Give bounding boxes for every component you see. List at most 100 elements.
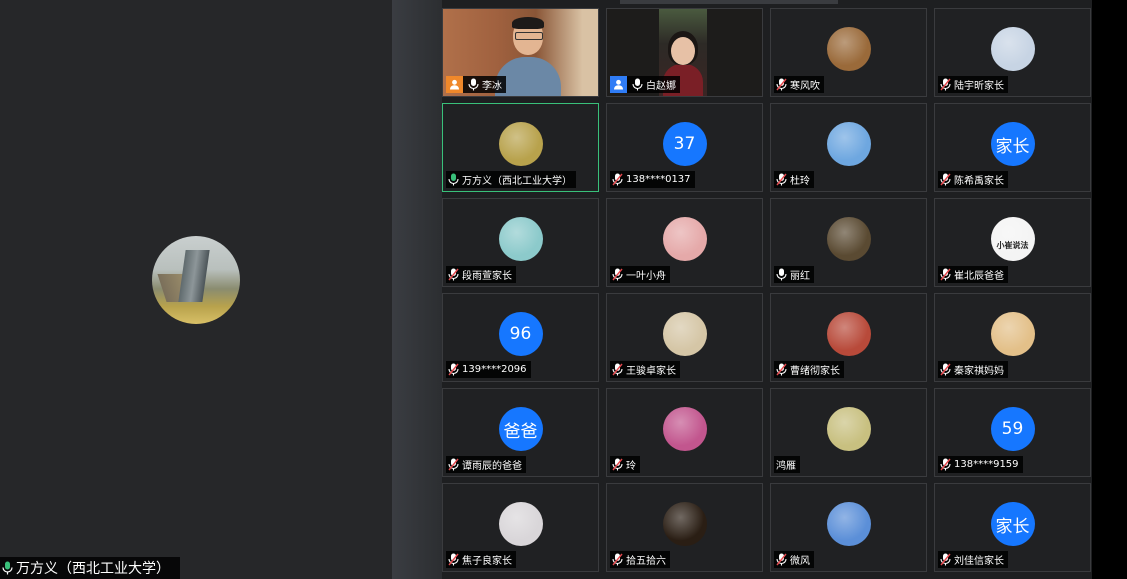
mic-icon	[468, 78, 479, 91]
mic-active-icon	[2, 561, 13, 575]
participant-label: 丽红	[774, 266, 814, 283]
mic-muted-icon	[612, 458, 623, 471]
avatar-logo-text: 小崔说法	[996, 240, 1029, 250]
participant-tile[interactable]: 万方义（西北工业大学）	[442, 103, 599, 192]
participant-tile[interactable]: 小崔说法 崔北辰爸爸	[934, 198, 1091, 287]
mic-muted-icon	[448, 458, 459, 471]
mic-muted-icon	[612, 363, 623, 376]
host-badge-icon	[446, 76, 463, 93]
kids-photo-icon	[990, 27, 1035, 71]
participant-label: 谭雨辰的爸爸	[446, 456, 526, 473]
participant-tile[interactable]: 段雨萱家长	[442, 198, 599, 287]
participant-tile[interactable]: 陆宇昕家长	[934, 8, 1091, 97]
participant-label: 138****9159	[938, 456, 1023, 473]
participant-label: 陆宇昕家长	[938, 76, 1008, 93]
mic-icon	[776, 268, 787, 281]
participant-tile[interactable]: 59 138****9159	[934, 388, 1091, 477]
child-photo-icon	[826, 217, 871, 261]
participant-label: 寒风吹	[774, 76, 824, 93]
participant-name: 139****2096	[462, 364, 527, 375]
participant-tile[interactable]: 家长 刘佳信家长	[934, 483, 1091, 572]
participant-label: 曹绪彻家长	[774, 361, 844, 378]
participant-name: 丽红	[790, 271, 810, 282]
couple-photo-icon	[662, 217, 707, 261]
mic-muted-icon	[612, 268, 623, 281]
mic-muted-icon	[448, 553, 459, 566]
participant-tile[interactable]: 家长 陈希禹家长	[934, 103, 1091, 192]
speaker-name-label: 万方义（西北工业大学）	[0, 557, 180, 579]
participant-name: 玲	[626, 461, 636, 472]
mic-muted-icon	[612, 553, 623, 566]
participant-label: 杜玲	[774, 171, 814, 188]
participant-label: 秦家祺妈妈	[938, 361, 1008, 378]
participant-label: 焦子良家长	[446, 551, 516, 568]
participant-label: 微风	[774, 551, 814, 568]
participant-name: 焦子良家长	[462, 556, 512, 567]
mic-icon	[448, 173, 459, 186]
panel-divider	[392, 0, 442, 579]
speaker-name: 万方义（西北工业大学）	[16, 561, 170, 577]
mic-muted-icon	[940, 458, 951, 471]
participant-name: 一叶小舟	[626, 271, 666, 282]
mic-icon	[632, 78, 643, 91]
participant-tile[interactable]: 白赵娜	[606, 8, 763, 97]
participant-tile[interactable]: 丽红	[770, 198, 927, 287]
participant-name: 陈希禹家长	[954, 176, 1004, 187]
participant-name: 陆宇昕家长	[954, 81, 1004, 92]
birds-photo-icon	[826, 502, 871, 546]
mic-muted-icon	[776, 78, 787, 91]
participant-tile[interactable]: 爸爸谭雨辰的爸爸	[442, 388, 599, 477]
mic-muted-icon	[940, 268, 951, 281]
speaker-avatar	[152, 236, 240, 324]
participant-tile[interactable]: 96 139****2096	[442, 293, 599, 382]
participant-name: 刘佳信家长	[954, 556, 1004, 567]
flower-photo-icon	[662, 407, 707, 451]
participant-tile[interactable]: 王骏卓家长	[606, 293, 763, 382]
participant-tile[interactable]: 寒风吹	[770, 8, 927, 97]
mic-muted-icon	[776, 363, 787, 376]
participant-tile[interactable]: 杜玲	[770, 103, 927, 192]
participant-name: 微风	[790, 556, 810, 567]
participant-tile[interactable]: 秦家祺妈妈	[934, 293, 1091, 382]
participant-tile[interactable]: 37 138****0137	[606, 103, 763, 192]
participant-tile[interactable]: 玲	[606, 388, 763, 477]
participant-name: 拾五拾六	[626, 556, 666, 567]
top-toolbar-handle[interactable]	[620, 0, 838, 4]
participant-name: 白赵娜	[646, 81, 676, 92]
participant-label: 陈希禹家长	[938, 171, 1008, 188]
logo-photo-icon: 小崔说法	[990, 217, 1035, 261]
lake-photo-icon	[826, 122, 871, 166]
participant-tile[interactable]: 李冰	[442, 8, 599, 97]
participant-tile[interactable]: 鸿雁	[770, 388, 927, 477]
sunset-photo-icon	[990, 312, 1035, 356]
active-speaker-panel[interactable]: 万方义（西北工业大学）	[0, 0, 392, 579]
cat-photo-icon	[498, 502, 543, 546]
participant-avatar-text: 59	[990, 407, 1035, 451]
participant-tile[interactable]: 曹绪彻家长	[770, 293, 927, 382]
participant-name: 鸿雁	[776, 461, 796, 472]
participant-avatar-text: 爸爸	[498, 407, 543, 451]
participant-tile[interactable]: 焦子良家长	[442, 483, 599, 572]
participant-tile[interactable]: 一叶小舟	[606, 198, 763, 287]
participant-tile[interactable]: 拾五拾六	[606, 483, 763, 572]
participant-label: 鸿雁	[774, 456, 800, 473]
building-photo-icon	[498, 122, 543, 166]
participant-label: 拾五拾六	[610, 551, 670, 568]
mic-muted-icon	[940, 78, 951, 91]
dark-photo-icon	[662, 502, 707, 546]
mic-muted-icon	[940, 553, 951, 566]
gate-photo-icon	[826, 312, 871, 356]
participant-name: 138****0137	[626, 174, 691, 185]
mic-muted-icon	[940, 173, 951, 186]
participant-name: 寒风吹	[790, 81, 820, 92]
participant-name: 曹绪彻家长	[790, 366, 840, 377]
baby-photo-icon	[662, 312, 707, 356]
participant-tile[interactable]: 微风	[770, 483, 927, 572]
participant-name: 万方义（西北工业大学）	[462, 176, 572, 187]
participant-label: 139****2096	[446, 361, 531, 378]
participant-name: 段雨萱家长	[462, 271, 512, 282]
participant-label: 白赵娜	[610, 76, 680, 93]
vase-photo-icon	[826, 407, 871, 451]
participant-name: 138****9159	[954, 459, 1019, 470]
participant-avatar-text: 37	[662, 122, 707, 166]
